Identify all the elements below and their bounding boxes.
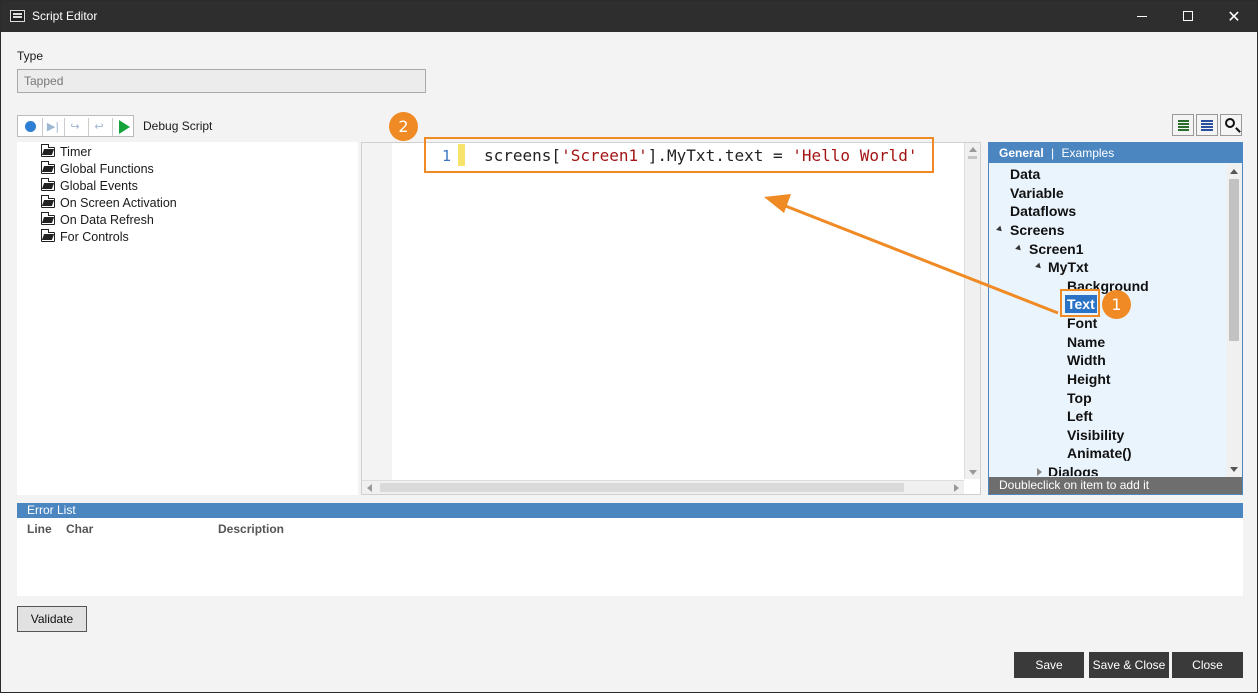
app-icon: [10, 10, 25, 22]
object-browser-tabs: General | Examples: [989, 143, 1242, 163]
save-button[interactable]: Save: [1014, 652, 1084, 678]
browser-item-dataflows[interactable]: Dataflows: [1010, 202, 1076, 220]
editor-vertical-scrollbar[interactable]: [964, 143, 980, 479]
lines-icon: [1178, 120, 1189, 122]
tab-examples[interactable]: Examples: [1062, 146, 1115, 160]
breakpoint-record-button[interactable]: [22, 118, 40, 136]
step-out-button[interactable]: ↩: [90, 118, 108, 136]
event-tree-panel: Timer Global Functions Global Events On …: [17, 142, 358, 495]
scroll-thumb[interactable]: [968, 156, 977, 159]
column-header-description[interactable]: Description: [218, 522, 284, 536]
folder-open-icon: [41, 178, 55, 191]
column-header-char[interactable]: Char: [66, 522, 93, 536]
scroll-right-icon[interactable]: [954, 484, 959, 492]
type-label: Type: [17, 49, 44, 63]
browser-item-visibility[interactable]: Visibility: [1067, 426, 1124, 444]
scroll-down-icon[interactable]: [1230, 467, 1238, 472]
step-into-button[interactable]: ↪: [66, 118, 84, 136]
column-header-line[interactable]: Line: [27, 522, 52, 536]
expanded-triangle-icon[interactable]: [1035, 262, 1043, 271]
minimize-button[interactable]: [1119, 1, 1165, 32]
toolbar-separator: [42, 118, 43, 136]
tree-item-label: For Controls: [60, 230, 129, 244]
maximize-button[interactable]: [1165, 1, 1211, 32]
scroll-down-icon[interactable]: [969, 470, 977, 475]
browser-item-mytxt[interactable]: MyTxt: [1048, 258, 1088, 276]
code-editor[interactable]: 1 screens['Screen1'].MyTxt.text = 'Hello…: [361, 142, 981, 495]
error-list-panel: Error List Line Char Description: [17, 503, 1243, 596]
expanded-triangle-icon[interactable]: [996, 225, 1004, 234]
editor-horizontal-scrollbar[interactable]: [362, 480, 964, 494]
type-field[interactable]: Tapped: [17, 69, 426, 93]
search-icon: [1225, 118, 1235, 128]
browser-item-dialogs[interactable]: Dialogs: [1048, 463, 1099, 476]
debug-script-label: Debug Script: [143, 119, 213, 133]
browser-item-name[interactable]: Name: [1067, 333, 1105, 351]
browser-item-variable[interactable]: Variable: [1010, 184, 1064, 202]
scroll-up-icon[interactable]: [1230, 169, 1238, 174]
word-wrap-button[interactable]: [1196, 114, 1218, 136]
tab-separator: |: [1051, 146, 1055, 160]
browser-item-height[interactable]: Height: [1067, 370, 1111, 388]
expanded-triangle-icon[interactable]: [1015, 244, 1023, 253]
format-lines-button[interactable]: [1172, 114, 1194, 136]
folder-open-icon: [41, 229, 55, 242]
close-window-button[interactable]: ✕: [1211, 1, 1257, 32]
run-play-button[interactable]: [114, 118, 132, 136]
tree-item-label: On Data Refresh: [60, 213, 154, 227]
folder-open-icon: [41, 144, 55, 157]
validate-button[interactable]: Validate: [17, 606, 87, 632]
browser-item-screens[interactable]: Screens: [1010, 221, 1064, 239]
browser-item-left[interactable]: Left: [1067, 407, 1093, 425]
close-button[interactable]: Close: [1172, 652, 1243, 678]
window-title: Script Editor: [32, 9, 98, 23]
annotation-highlight-code: [424, 137, 934, 173]
browser-item-animate[interactable]: Animate(): [1067, 444, 1132, 462]
tree-item-label: Timer: [60, 145, 92, 159]
browser-item-top[interactable]: Top: [1067, 389, 1092, 407]
tab-general[interactable]: General: [999, 146, 1044, 160]
browser-item-width[interactable]: Width: [1067, 351, 1106, 369]
title-bar: Script Editor ✕: [1, 1, 1257, 32]
toolbar-separator: [112, 118, 113, 136]
tree-item-label: Global Events: [60, 179, 138, 193]
annotation-badge-2: 2: [389, 112, 418, 141]
maximize-icon: [1183, 11, 1193, 21]
minimize-icon: [1137, 15, 1147, 17]
folder-open-icon: [41, 161, 55, 174]
folder-open-icon: [41, 212, 55, 225]
toolbar-separator: [64, 118, 65, 136]
word-wrap-icon: [1201, 120, 1213, 122]
scroll-left-icon[interactable]: [367, 484, 372, 492]
annotation-highlight-text-item: [1060, 289, 1100, 317]
annotation-badge-1: 1: [1102, 290, 1131, 319]
tree-item-label: On Screen Activation: [60, 196, 177, 210]
error-list-title: Error List: [17, 503, 1243, 518]
debug-toolbar: ▶| ↪ ↩: [17, 115, 134, 137]
save-and-close-button[interactable]: Save & Close: [1089, 652, 1169, 678]
object-browser-scrollbar[interactable]: [1226, 164, 1242, 477]
editor-gutter: [362, 143, 392, 481]
object-browser-hint: Doubleclick on item to add it: [989, 477, 1242, 494]
tree-item-label: Global Functions: [60, 162, 154, 176]
script-editor-window: Script Editor ✕ Type Tapped ▶| ↪ ↩ Debug…: [0, 0, 1258, 693]
browser-item-data[interactable]: Data: [1010, 165, 1040, 183]
scroll-up-icon[interactable]: [969, 147, 977, 152]
toolbar-separator: [88, 118, 89, 136]
step-over-button[interactable]: ▶|: [44, 118, 62, 136]
search-button[interactable]: [1220, 114, 1242, 136]
folder-open-icon: [41, 195, 55, 208]
browser-item-screen1[interactable]: Screen1: [1029, 240, 1083, 258]
scroll-thumb[interactable]: [380, 483, 904, 492]
collapsed-triangle-icon[interactable]: [1037, 468, 1042, 476]
scroll-thumb[interactable]: [1229, 179, 1239, 341]
close-icon: ✕: [1227, 7, 1241, 26]
